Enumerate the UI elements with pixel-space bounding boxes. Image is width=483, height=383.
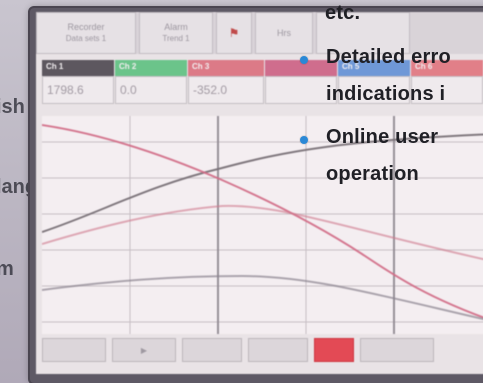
bullet-1-line-2: indications i: [326, 83, 446, 105]
menu-button-recorder[interactable]: Recorder Data sets 1: [36, 12, 136, 54]
channel-1: Ch 1 1798.6: [42, 60, 114, 114]
channel-2-header: Ch 2: [115, 60, 187, 76]
channel-1-header: Ch 1: [42, 60, 114, 76]
left-text-1: ish: [0, 96, 25, 118]
channel-2-value: 0.0: [115, 76, 187, 104]
flag-icon: ⚑: [228, 25, 240, 40]
bullet-2-line-2: operation: [326, 163, 419, 185]
bullet-2-line-1: Online user: [326, 126, 439, 148]
bullet-dot-1: [300, 56, 308, 64]
channel-3: Ch 3 -352.0: [188, 60, 264, 114]
bottom-button-2[interactable]: ▶: [112, 338, 176, 362]
channel-3-value: -352.0: [188, 76, 264, 104]
channel-3-header: Ch 3: [188, 60, 264, 76]
bullet-1-line-1: Detailed erro: [326, 46, 451, 68]
bottom-button-4[interactable]: [248, 338, 308, 362]
bullet-dot-2: [300, 136, 308, 144]
bottom-button-1[interactable]: [42, 338, 106, 362]
channel-2: Ch 2 0.0: [115, 60, 187, 114]
right-overlay: etc. Detailed erro indications i Online …: [300, 0, 483, 383]
bottom-button-3[interactable]: [182, 338, 242, 362]
flag-button[interactable]: ⚑: [216, 12, 252, 54]
left-text-3: m: [0, 258, 14, 280]
menu-button-alarm[interactable]: Alarm Trend 1: [139, 12, 213, 54]
overlay-line-etc: etc.: [325, 2, 361, 24]
play-icon: ▶: [140, 345, 148, 355]
channel-1-value: 1798.6: [42, 76, 114, 104]
